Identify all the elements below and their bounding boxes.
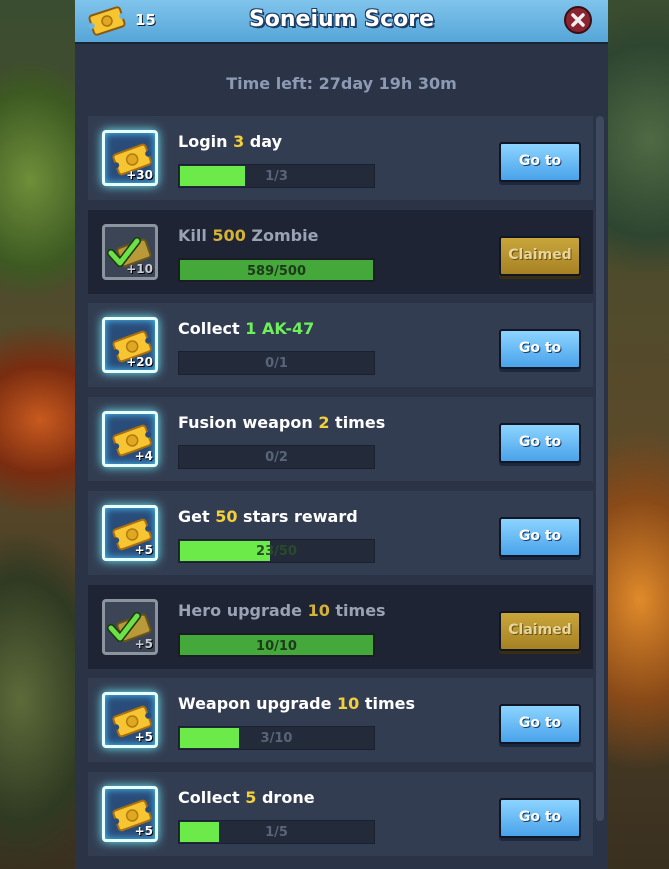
task-title-highlight: 1 AK-47 bbox=[245, 319, 315, 338]
task-title-text: Weapon upgrade bbox=[178, 694, 337, 713]
go-to-button[interactable]: Go to bbox=[499, 517, 581, 557]
progress-bar: 1/5 bbox=[178, 820, 375, 844]
task-title: Fusion weapon 2 times bbox=[178, 413, 385, 432]
task-title-text: Zombie bbox=[245, 226, 319, 245]
reward-ticket-box: +10 bbox=[102, 224, 158, 280]
progress-text: 0/2 bbox=[265, 450, 288, 465]
task-row: +5 Weapon upgrade 10 times 3/10 Go to bbox=[88, 678, 593, 762]
task-title: Login 3 day bbox=[178, 132, 282, 151]
progress-text: 23/50 bbox=[256, 544, 297, 559]
reward-amount: +5 bbox=[134, 637, 153, 651]
scrollbar[interactable] bbox=[596, 116, 604, 821]
reward-amount: +4 bbox=[134, 449, 153, 463]
progress-text: 1/5 bbox=[265, 825, 288, 840]
task-title-text: stars reward bbox=[237, 507, 358, 526]
progress-bar: 0/2 bbox=[178, 445, 375, 469]
soneium-score-panel: 15 Soneium Score Time left: 27day 19h 30… bbox=[75, 0, 608, 869]
progress-bar: 1/3 bbox=[178, 164, 375, 188]
go-to-button[interactable]: Go to bbox=[499, 142, 581, 182]
close-button[interactable] bbox=[564, 6, 592, 34]
task-title-highlight: 5 bbox=[245, 788, 257, 807]
task-title-text: times bbox=[329, 601, 386, 620]
task-title-text: Collect bbox=[178, 788, 246, 807]
reward-ticket-box: +30 bbox=[102, 130, 158, 186]
task-title: Weapon upgrade 10 times bbox=[178, 694, 415, 713]
task-title-text: Login bbox=[178, 132, 234, 151]
task-title-text: Get bbox=[178, 507, 216, 526]
task-row: +5 Get 50 stars reward 23/50 Go to bbox=[88, 491, 593, 575]
task-title-text: Hero upgrade bbox=[178, 601, 308, 620]
task-title-highlight: 10 bbox=[307, 601, 330, 620]
task-title: Hero upgrade 10 times bbox=[178, 601, 386, 620]
task-title-text: times bbox=[329, 413, 386, 432]
reward-ticket-box: +5 bbox=[102, 692, 158, 748]
task-title: Get 50 stars reward bbox=[178, 507, 358, 526]
reward-amount: +5 bbox=[134, 730, 153, 744]
reward-amount: +30 bbox=[126, 168, 153, 182]
progress-text: 0/1 bbox=[265, 356, 288, 371]
reward-ticket-box: +20 bbox=[102, 317, 158, 373]
task-title-text: Fusion weapon bbox=[178, 413, 319, 432]
progress-bar: 10/10 bbox=[178, 633, 375, 657]
go-to-button[interactable]: Go to bbox=[499, 798, 581, 838]
task-row: +20 Collect 1 AK-47 0/1 Go to bbox=[88, 303, 593, 387]
reward-ticket-box: +5 bbox=[102, 599, 158, 655]
go-to-button[interactable]: Go to bbox=[499, 329, 581, 369]
panel-header: 15 Soneium Score bbox=[75, 0, 608, 44]
reward-amount: +5 bbox=[134, 824, 153, 838]
task-title: Collect 5 drone bbox=[178, 788, 315, 807]
reward-amount: +10 bbox=[126, 262, 153, 276]
task-title-text: times bbox=[359, 694, 416, 713]
task-title-text: day bbox=[244, 132, 282, 151]
progress-bar: 0/1 bbox=[178, 351, 375, 375]
task-row: +5 Hero upgrade 10 times 10/10 Claimed bbox=[88, 585, 593, 669]
time-left-label: Time left: 27day 19h 30m bbox=[226, 74, 457, 93]
progress-text: 1/3 bbox=[265, 169, 288, 184]
claimed-button: Claimed bbox=[499, 236, 581, 276]
claimed-button: Claimed bbox=[499, 611, 581, 651]
go-to-button[interactable]: Go to bbox=[499, 704, 581, 744]
task-title: Kill 500 Zombie bbox=[178, 226, 318, 245]
reward-amount: +20 bbox=[126, 355, 153, 369]
task-row: +30 Login 3 day 1/3 Go to bbox=[88, 116, 593, 200]
task-row: +4 Fusion weapon 2 times 0/2 Go to bbox=[88, 397, 593, 481]
task-title-highlight: 2 bbox=[318, 413, 330, 432]
task-title-highlight: 10 bbox=[337, 694, 360, 713]
progress-text: 589/500 bbox=[246, 264, 307, 279]
task-title-text: Collect bbox=[178, 319, 246, 338]
close-icon bbox=[571, 13, 585, 27]
progress-text: 10/10 bbox=[256, 639, 297, 654]
task-title-highlight: 3 bbox=[233, 132, 245, 151]
reward-amount: +5 bbox=[134, 543, 153, 557]
reward-ticket-box: +5 bbox=[102, 505, 158, 561]
reward-ticket-box: +5 bbox=[102, 786, 158, 842]
progress-bar: 589/500 bbox=[178, 258, 375, 282]
task-row: +10 Kill 500 Zombie 589/500 Claimed bbox=[88, 210, 593, 294]
go-to-button[interactable]: Go to bbox=[499, 423, 581, 463]
progress-bar: 23/50 bbox=[178, 539, 375, 563]
reward-ticket-box: +4 bbox=[102, 411, 158, 467]
task-title-highlight: 50 bbox=[215, 507, 238, 526]
task-title-text: Kill bbox=[178, 226, 213, 245]
progress-bar: 3/10 bbox=[178, 726, 375, 750]
progress-text: 3/10 bbox=[260, 731, 293, 746]
task-title-highlight: 500 bbox=[212, 226, 246, 245]
task-title: Collect 1 AK-47 bbox=[178, 319, 314, 338]
task-row: +5 Collect 5 drone 1/5 Go to bbox=[88, 772, 593, 856]
page-title: Soneium Score bbox=[248, 7, 435, 32]
task-title-text: drone bbox=[256, 788, 315, 807]
